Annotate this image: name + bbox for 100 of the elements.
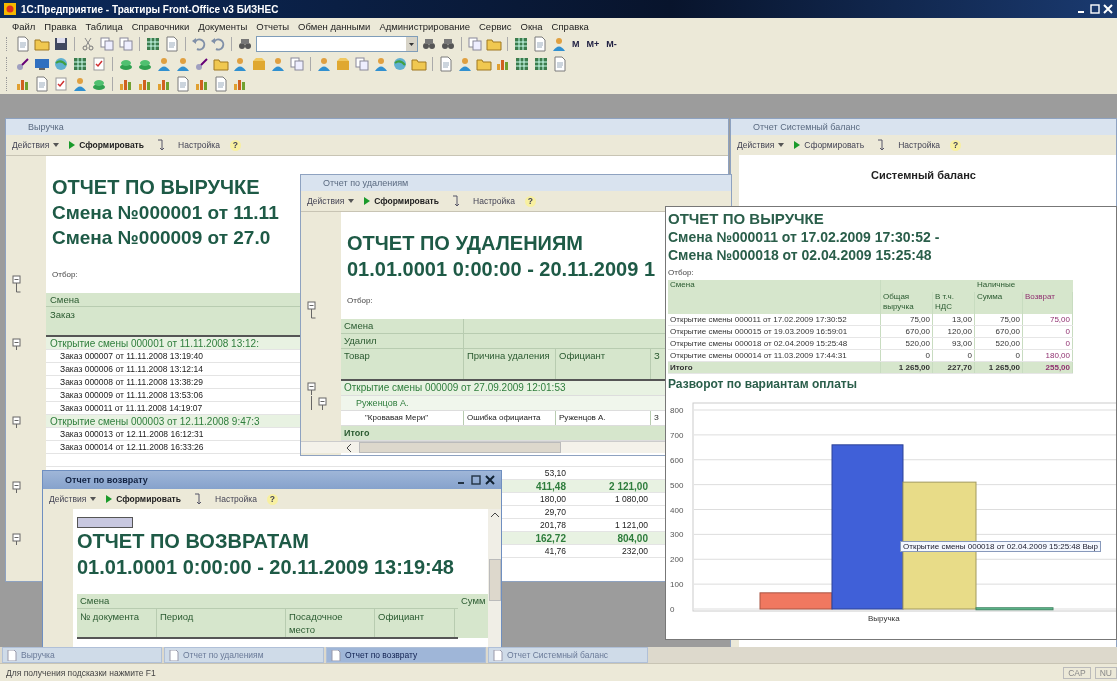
toolbar-button[interactable]: M+ (584, 39, 602, 49)
settings-button[interactable]: Настройка (898, 140, 941, 150)
menu-item[interactable]: Файл (12, 20, 36, 32)
menu-item[interactable]: Отчеты (256, 20, 290, 32)
play-icon (364, 197, 371, 205)
generate-button[interactable]: Сформировать (69, 140, 144, 150)
globe-icon[interactable] (392, 56, 408, 72)
binoculars-icon[interactable] (237, 36, 253, 52)
generate-button[interactable]: Сформировать (106, 494, 181, 504)
window-title: Выручка (28, 122, 65, 132)
folder-icon[interactable] (476, 56, 492, 72)
maximize-icon[interactable] (471, 475, 481, 485)
selected-cell[interactable] (77, 517, 133, 528)
document-icon[interactable] (164, 36, 180, 52)
search-field[interactable] (256, 36, 418, 52)
window-title-bar[interactable]: Выручка (6, 119, 728, 135)
table-cell-text: Руженцов А. (355, 397, 409, 410)
monitor-icon[interactable] (34, 56, 50, 72)
person-icon[interactable] (270, 56, 286, 72)
collapse-icon[interactable] (307, 301, 317, 319)
help-button[interactable]: ? (266, 493, 278, 505)
pages-icon[interactable] (354, 56, 370, 72)
pages-icon[interactable] (118, 36, 134, 52)
menu-item[interactable]: Документы (198, 20, 248, 32)
table-icon[interactable] (145, 36, 161, 52)
person-icon[interactable] (457, 56, 473, 72)
column-header: Посадочное место (286, 609, 375, 637)
document-icon[interactable] (532, 36, 548, 52)
window-title-bar[interactable]: Отчет по возврату (43, 471, 501, 489)
pages-icon[interactable] (467, 36, 483, 52)
person-icon[interactable] (72, 76, 88, 92)
help-button[interactable]: ? (229, 139, 241, 151)
menu-item[interactable]: Правка (44, 20, 77, 32)
scroll-up-icon[interactable] (489, 511, 500, 519)
table-icon[interactable] (513, 36, 529, 52)
table-cell: 0 (881, 350, 933, 361)
scrollbar-thumb[interactable] (488, 559, 501, 601)
menu-item[interactable]: Сервис (479, 20, 512, 32)
menu-item[interactable]: Администрирование (379, 20, 470, 32)
binoculars-icon[interactable] (421, 36, 437, 52)
menu-item[interactable]: Справочники (131, 20, 190, 32)
settings-button[interactable]: Настройка (178, 140, 220, 150)
actions-menu[interactable]: Действия (307, 196, 355, 206)
person-icon[interactable] (373, 56, 389, 72)
document-icon (7, 649, 17, 661)
menu-item[interactable]: Справка (551, 20, 589, 32)
key-icon[interactable] (194, 56, 210, 72)
report-period: 01.01.0001 0:00:00 - 20.11.2009 1 (347, 257, 656, 282)
scissors-icon[interactable] (80, 36, 96, 52)
menu-item[interactable]: Обмен данными (298, 20, 371, 32)
menu-item[interactable]: Таблица (85, 20, 123, 32)
person-icon[interactable] (316, 56, 332, 72)
settings-button[interactable]: Настройка (473, 196, 515, 206)
window-tab[interactable]: Отчет по возврату (326, 647, 486, 663)
table-icon[interactable] (533, 56, 549, 72)
collapse-icon[interactable] (12, 275, 22, 293)
settings-button[interactable]: Настройка (215, 494, 257, 504)
box-icon[interactable] (335, 56, 351, 72)
actions-menu[interactable]: Действия (737, 140, 785, 150)
scrollbar[interactable] (301, 441, 665, 453)
generate-button[interactable]: Сформировать (794, 140, 865, 150)
pages-icon[interactable] (289, 56, 305, 72)
folder-icon[interactable] (486, 36, 502, 52)
collapse-icon[interactable] (12, 532, 22, 545)
help-button[interactable]: ? (524, 195, 536, 207)
binoculars-icon[interactable] (440, 36, 456, 52)
window-title-bar[interactable]: Отчет по удалениям (301, 175, 731, 191)
table-icon[interactable] (514, 56, 530, 72)
close-icon[interactable] (485, 475, 495, 485)
person-icon[interactable] (232, 56, 248, 72)
actions-menu[interactable]: Действия (49, 494, 97, 504)
collapse-icon[interactable] (12, 415, 22, 428)
scrollbar-thumb[interactable] (359, 442, 561, 453)
table-icon[interactable] (72, 56, 88, 72)
document-icon[interactable] (552, 56, 568, 72)
menu-item[interactable]: Окна (520, 20, 543, 32)
dropdown-icon[interactable] (406, 37, 417, 51)
document-icon[interactable] (438, 56, 454, 72)
table-cell: Открытие смены 000014 от 11.03.2009 17:44:31 (668, 350, 881, 361)
window-title-bar[interactable]: Отчет Системный баланс (731, 119, 1116, 135)
checklist-icon[interactable] (53, 76, 69, 92)
toolbar-button[interactable]: M- (604, 39, 619, 49)
person-icon[interactable] (551, 36, 567, 52)
toolbar-button[interactable]: M (570, 39, 582, 49)
help-button[interactable]: ? (950, 139, 962, 151)
checklist-icon[interactable] (91, 56, 107, 72)
collapse-icon[interactable] (12, 480, 22, 493)
pages-icon[interactable] (99, 36, 115, 52)
key-icon[interactable] (15, 56, 31, 72)
actions-menu[interactable]: Действия (12, 140, 60, 150)
scrollbar[interactable] (488, 509, 501, 647)
caret-icon (90, 497, 97, 501)
table-cell: 41,76 (544, 546, 566, 556)
person-icon[interactable] (156, 56, 172, 72)
column-header: Смена (341, 319, 464, 333)
scroll-left-icon[interactable] (345, 442, 353, 453)
column-header: Смена (77, 594, 458, 609)
generate-button[interactable]: Сформировать (364, 196, 439, 206)
collapse-icon[interactable] (12, 337, 22, 350)
report-subtitle: Смена №000018 от 02.04.2009 15:25:48 (668, 246, 932, 264)
